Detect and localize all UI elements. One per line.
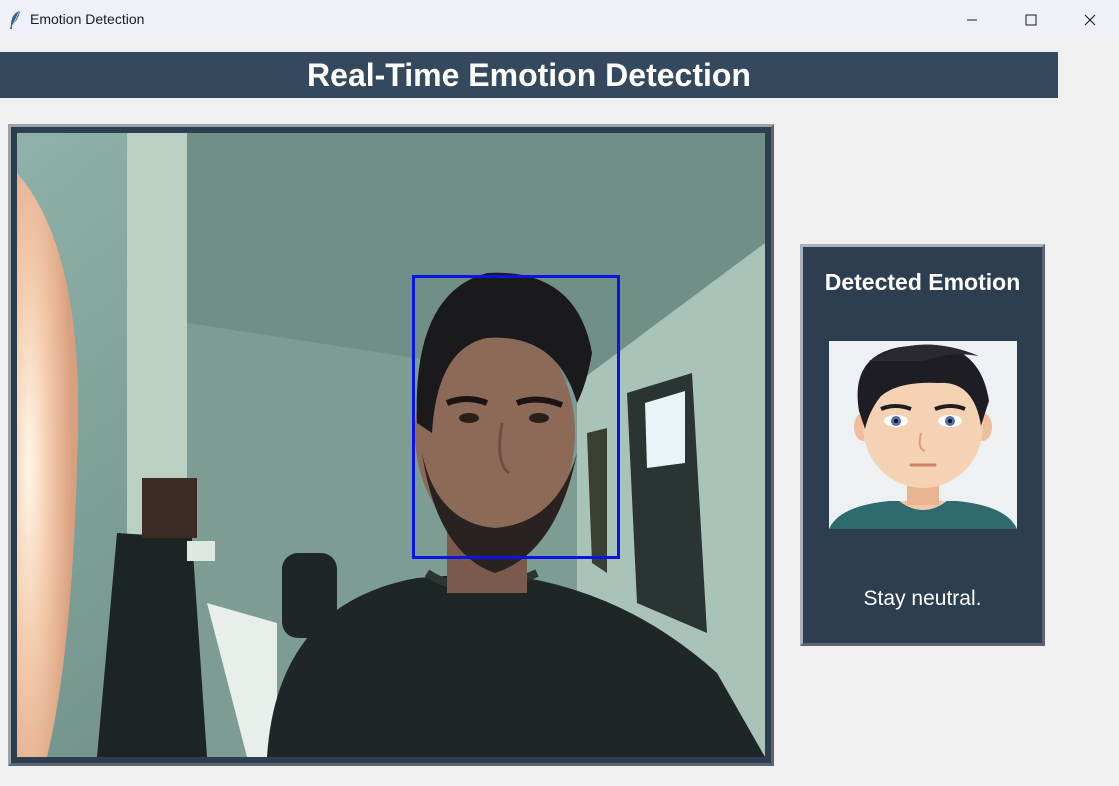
webcam-image (17, 133, 765, 757)
minimize-icon (967, 19, 977, 21)
minimize-button[interactable] (943, 0, 1001, 40)
neutral-avatar-icon (829, 341, 1017, 529)
page-title: Real-Time Emotion Detection (0, 52, 1058, 98)
window-title-bar: Emotion Detection (0, 0, 1119, 40)
maximize-button[interactable] (1002, 0, 1060, 40)
close-button[interactable] (1061, 0, 1119, 40)
maximize-icon (1025, 14, 1037, 26)
face-bounding-box (412, 275, 620, 559)
window-title: Emotion Detection (30, 11, 145, 27)
emotion-avatar (829, 341, 1017, 529)
camera-feed (17, 133, 765, 757)
emotion-panel: Detected Emotion Stay neutral. (800, 244, 1045, 646)
close-icon (1084, 14, 1096, 26)
camera-frame (8, 124, 774, 766)
emotion-panel-title: Detected Emotion (824, 269, 1021, 295)
emotion-message: Stay neutral. (863, 587, 982, 610)
feather-icon (10, 11, 20, 29)
